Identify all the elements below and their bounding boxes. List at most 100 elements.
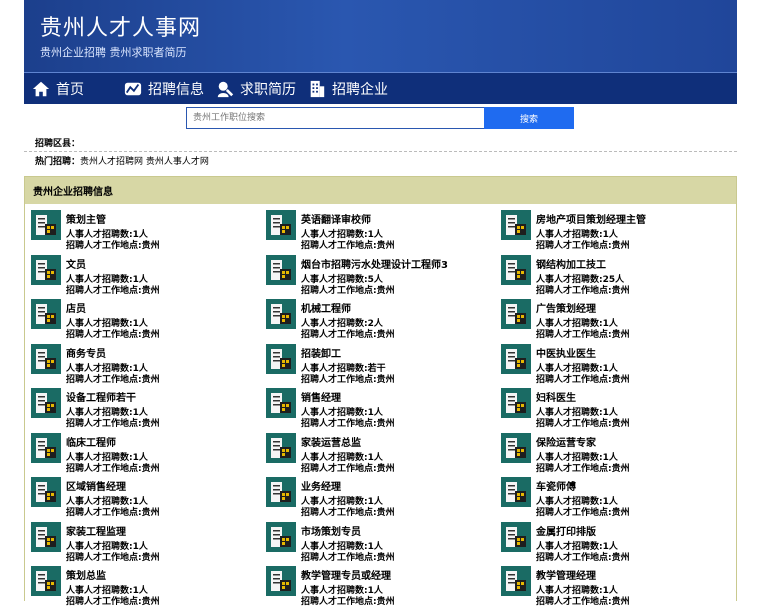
company-logo-icon[interactable]	[31, 343, 61, 374]
company-logo-icon[interactable]	[501, 477, 531, 507]
job-title[interactable]: 房地产项目策划经理主管	[536, 211, 646, 226]
company-logo-icon[interactable]	[31, 254, 61, 285]
job-title[interactable]: 机械工程师	[301, 300, 351, 315]
company-logo-icon[interactable]	[501, 210, 531, 240]
job-title[interactable]: 店员	[66, 300, 86, 315]
job-item[interactable]: 英语翻译审校师 人事人才招聘数:1人 招聘人才工作地点:贵州	[260, 210, 480, 251]
company-logo-icon[interactable]	[31, 477, 61, 507]
job-title[interactable]: 市场策划专员	[301, 523, 361, 538]
company-logo-icon[interactable]	[501, 432, 531, 463]
company-logo-icon[interactable]	[501, 299, 531, 329]
site-title[interactable]: 贵州人才人事网	[40, 10, 201, 42]
company-logo-icon[interactable]	[31, 566, 61, 596]
company-logo-icon[interactable]	[31, 432, 61, 463]
job-item[interactable]: 销售经理 人事人才招聘数:1人 招聘人才工作地点:贵州	[260, 388, 480, 429]
search-button[interactable]: 搜索	[484, 107, 574, 129]
job-item[interactable]: 市场策划专员 人事人才招聘数:1人 招聘人才工作地点:贵州	[260, 521, 480, 563]
job-title[interactable]: 策划总监	[66, 567, 106, 582]
job-item[interactable]: 招装卸工 人事人才招聘数:若干 招聘人才工作地点:贵州	[260, 343, 480, 385]
company-logo-icon[interactable]	[501, 388, 531, 418]
search-input[interactable]	[186, 107, 498, 129]
job-title[interactable]: 烟台市招聘污水处理设计工程师3	[301, 256, 448, 271]
company-logo-icon[interactable]	[266, 343, 296, 374]
job-item[interactable]: 设备工程师若干 人事人才招聘数:1人 招聘人才工作地点:贵州	[25, 388, 245, 429]
company-logo-icon[interactable]	[501, 521, 531, 552]
site-subtitle: 贵州企业招聘 贵州求职者简历	[40, 46, 187, 59]
job-item[interactable]: 策划主管 人事人才招聘数:1人 招聘人才工作地点:贵州	[25, 210, 245, 251]
building-icon	[310, 80, 325, 97]
job-title[interactable]: 钢结构加工技工	[536, 256, 606, 271]
area-filter-label: 招聘区县：	[35, 139, 81, 149]
job-item[interactable]: 教学管理经理 人事人才招聘数:1人 招聘人才工作地点:贵州	[495, 566, 715, 607]
job-item[interactable]: 中医执业医生 人事人才招聘数:1人 招聘人才工作地点:贵州	[495, 343, 715, 385]
job-title[interactable]: 文员	[66, 256, 86, 271]
job-title[interactable]: 策划主管	[66, 211, 106, 226]
job-title[interactable]: 金属打印排版	[536, 523, 596, 538]
job-title[interactable]: 妇科医生	[536, 389, 576, 404]
job-title[interactable]: 英语翻译审校师	[301, 211, 371, 226]
company-logo-icon[interactable]	[31, 299, 61, 329]
nav-item-home[interactable]: 首页	[32, 73, 84, 104]
job-location: 招聘人才工作地点:贵州	[301, 241, 395, 251]
job-title[interactable]: 临床工程师	[66, 434, 116, 449]
job-item[interactable]: 妇科医生 人事人才招聘数:1人 招聘人才工作地点:贵州	[495, 388, 715, 429]
job-item[interactable]: 策划总监 人事人才招聘数:1人 招聘人才工作地点:贵州	[25, 566, 245, 607]
job-title[interactable]: 保险运营专家	[536, 434, 596, 449]
company-logo-icon[interactable]	[266, 432, 296, 463]
nav-item-jobs[interactable]: 招聘信息	[124, 73, 204, 104]
job-item[interactable]: 家装工程监理 人事人才招聘数:1人 招聘人才工作地点:贵州	[25, 521, 245, 563]
job-item[interactable]: 烟台市招聘污水处理设计工程师3 人事人才招聘数:5人 招聘人才工作地点:贵州	[260, 254, 480, 296]
job-location: 招聘人才工作地点:贵州	[536, 463, 630, 474]
job-title[interactable]: 教学管理经理	[536, 567, 596, 582]
company-logo-icon[interactable]	[501, 566, 531, 596]
company-logo-icon[interactable]	[266, 299, 296, 329]
company-logo-icon[interactable]	[266, 210, 296, 240]
job-title[interactable]: 业务经理	[301, 478, 341, 493]
job-item[interactable]: 临床工程师 人事人才招聘数:1人 招聘人才工作地点:贵州	[25, 432, 245, 474]
job-title[interactable]: 设备工程师若干	[66, 389, 136, 404]
job-location: 招聘人才工作地点:贵州	[301, 463, 395, 474]
job-location: 招聘人才工作地点:贵州	[536, 552, 630, 563]
job-title[interactable]: 家装运营总监	[301, 434, 361, 449]
job-item[interactable]: 商务专员 人事人才招聘数:1人 招聘人才工作地点:贵州	[25, 343, 245, 385]
job-item[interactable]: 车瓷师傅 人事人才招聘数:1人 招聘人才工作地点:贵州	[495, 477, 715, 518]
company-logo-icon[interactable]	[501, 343, 531, 374]
job-title[interactable]: 教学管理专员或经理	[301, 567, 391, 582]
job-title[interactable]: 商务专员	[66, 345, 106, 360]
hot-link[interactable]: 贵州人才招聘网	[80, 157, 143, 167]
nav-item-companies[interactable]: 招聘企业	[308, 73, 388, 104]
company-logo-icon[interactable]	[31, 210, 61, 240]
job-item[interactable]: 区域销售经理 人事人才招聘数:1人 招聘人才工作地点:贵州	[25, 477, 245, 518]
company-logo-icon[interactable]	[266, 566, 296, 596]
job-item[interactable]: 家装运营总监 人事人才招聘数:1人 招聘人才工作地点:贵州	[260, 432, 480, 474]
hot-link[interactable]: 贵州人事人才网	[146, 157, 209, 167]
job-title[interactable]: 车瓷师傅	[536, 478, 576, 493]
company-logo-icon[interactable]	[266, 521, 296, 552]
job-title[interactable]: 家装工程监理	[66, 523, 126, 538]
company-logo-icon[interactable]	[31, 521, 61, 552]
job-item[interactable]: 房地产项目策划经理主管 人事人才招聘数:1人 招聘人才工作地点:贵州	[495, 210, 715, 251]
job-item[interactable]: 金属打印排版 人事人才招聘数:1人 招聘人才工作地点:贵州	[495, 521, 715, 563]
job-item[interactable]: 教学管理专员或经理 人事人才招聘数:1人 招聘人才工作地点:贵州	[260, 566, 480, 607]
site-header: 贵州人才人事网 贵州企业招聘 贵州求职者简历	[24, 0, 737, 72]
company-logo-icon[interactable]	[266, 388, 296, 418]
job-item[interactable]: 业务经理 人事人才招聘数:1人 招聘人才工作地点:贵州	[260, 477, 480, 518]
job-title[interactable]: 区域销售经理	[66, 478, 126, 493]
company-logo-icon[interactable]	[31, 388, 61, 418]
job-title[interactable]: 中医执业医生	[536, 345, 596, 360]
job-item[interactable]: 机械工程师 人事人才招聘数:2人 招聘人才工作地点:贵州	[260, 299, 480, 340]
job-title[interactable]: 销售经理	[301, 389, 341, 404]
company-logo-icon[interactable]	[266, 477, 296, 507]
job-location: 招聘人才工作地点:贵州	[536, 241, 630, 251]
nav-label: 求职简历	[240, 81, 296, 98]
job-title[interactable]: 广告策划经理	[536, 300, 596, 315]
company-logo-icon[interactable]	[501, 254, 531, 285]
nav-item-resumes[interactable]: 求职简历	[216, 73, 296, 104]
job-title[interactable]: 招装卸工	[301, 345, 341, 360]
job-item[interactable]: 店员 人事人才招聘数:1人 招聘人才工作地点:贵州	[25, 299, 245, 340]
job-item[interactable]: 广告策划经理 人事人才招聘数:1人 招聘人才工作地点:贵州	[495, 299, 715, 340]
company-logo-icon[interactable]	[266, 254, 296, 285]
job-item[interactable]: 保险运营专家 人事人才招聘数:1人 招聘人才工作地点:贵州	[495, 432, 715, 474]
job-item[interactable]: 钢结构加工技工 人事人才招聘数:25人 招聘人才工作地点:贵州	[495, 254, 715, 296]
job-item[interactable]: 文员 人事人才招聘数:1人 招聘人才工作地点:贵州	[25, 254, 245, 296]
